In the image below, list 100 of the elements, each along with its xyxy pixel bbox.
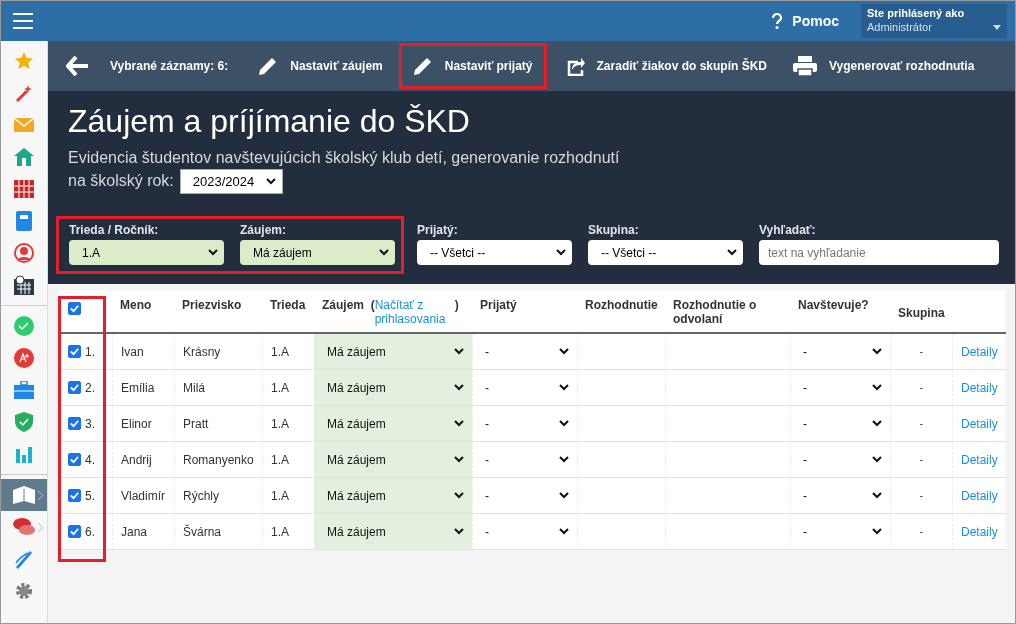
chevron-down-icon [454,528,464,535]
filter-label: Prijatý: [417,223,459,237]
page-subtitle: Evidencia študentov navštevujúcich školský klub detí, generovanie rozhodnutí [68,149,621,167]
table-cell: 1.A [271,524,289,539]
table-cell: Jana [121,524,148,539]
table-cell: - [919,490,924,501]
table-cell: Milá [183,380,205,395]
chevron-down-icon [559,348,569,355]
user-label: Ste prihlásený ako [867,7,966,19]
calendar-grid-icon [14,180,34,198]
chevron-down-icon [872,456,882,463]
envelope-icon [14,118,34,132]
user-dropdown[interactable]: Ste prihlásený ako Administrátor [861,4,1007,38]
filter-label: Trieda / Ročník: [69,223,160,237]
filter-select[interactable]: -- Všetci -- [588,240,743,265]
attends-select[interactable]: - [799,452,882,467]
search-field[interactable]: text na vyhľadanie [759,240,999,265]
toolbar-button[interactable]: Vygenerovať rozhodnutia [783,43,985,89]
column-header: Trieda [270,298,306,312]
accepted-select[interactable]: - [481,344,569,359]
page-title: Záujem a príjímanie do ŠKD [68,102,471,141]
toolbar-button[interactable]: Nastaviť záujem [248,43,393,89]
row-number: 5. [85,488,95,503]
table-cell: - [919,418,924,429]
table-cell: Romanyenko [183,452,254,467]
filter-select[interactable]: 1.A [69,240,224,265]
row-number: 2. [85,380,95,395]
accepted-select[interactable]: - [481,524,569,539]
chat-bubbles-icon [13,517,35,537]
accepted-select[interactable]: - [481,488,569,503]
table-cell: - [919,526,924,537]
detail-link[interactable]: Detaily [961,452,998,467]
accepted-select[interactable]: - [481,416,569,431]
question-mark-icon [772,13,783,29]
detail-link[interactable]: Detaily [961,380,998,395]
table-cell: 1.A [271,344,289,359]
chevron-right-icon [38,522,43,532]
accepted-select[interactable]: - [481,380,569,395]
toolbar-button[interactable]: Zaradiť žiakov do skupín ŠKD [552,43,777,89]
checkbox[interactable] [68,417,81,430]
checkbox[interactable] [68,489,81,502]
chevron-down-icon [454,456,464,463]
grade-circle-icon [14,348,34,368]
table-cell: 1.A [271,452,289,467]
year-select[interactable]: 2023/2024 [179,169,284,194]
table-cell: Ivan [121,344,144,359]
menu-icon[interactable] [13,13,33,29]
toolbar-button[interactable]: Nastaviť prijatý [398,43,547,89]
detail-link[interactable]: Detaily [961,524,998,539]
table-cell: 1.A [271,416,289,431]
filter-select[interactable]: -- Všetci -- [417,240,572,265]
chevron-down-icon [559,456,569,463]
bar-chart-icon [15,445,33,463]
attends-select[interactable]: - [799,524,882,539]
magic-wand-icon [14,83,34,103]
chevron-down-icon [208,249,218,256]
load-link[interactable]: Načítať z prihlasovania [374,298,455,326]
table-cell: - [919,346,924,357]
back-arrow-icon[interactable] [66,56,88,76]
attends-select[interactable]: - [799,344,882,359]
user-role: Administrátor [867,21,933,33]
settings-icon [14,581,34,601]
table-cell: 1.A [271,380,289,395]
accepted-select[interactable]: - [481,452,569,467]
checkbox[interactable] [68,302,81,315]
checkbox[interactable] [68,525,81,538]
row-number: 6. [85,524,95,539]
chevron-down-icon [556,249,566,256]
pencil-icon [258,56,279,76]
year-label: na školský rok: [68,171,174,190]
checkbox[interactable] [68,453,81,466]
table-cell: Elinor [121,416,152,431]
column-header: Priezvisko [182,298,242,312]
row-number: 1. [85,344,95,359]
chevron-down-icon [559,384,569,391]
checkbox[interactable] [68,381,81,394]
help-button[interactable]: Pomoc [772,13,839,29]
chevron-down-icon [872,420,882,427]
attends-select[interactable]: - [799,488,882,503]
filter-select[interactable]: Má záujem [240,240,395,265]
checkbox[interactable] [68,345,81,358]
star-icon [14,51,34,71]
row-number: 3. [85,416,95,431]
chevron-down-icon [559,528,569,535]
detail-link[interactable]: Detaily [961,344,998,359]
shield-check-icon [15,412,33,432]
chevron-down-icon [559,420,569,427]
row-number: 4. [85,452,95,467]
caret-icon [993,25,1001,30]
column-header: Rozhodnutie o odvolaní [673,298,757,326]
column-header: Skupina [898,306,944,320]
attends-select[interactable]: - [799,380,882,395]
column-header: Navštevuje? [798,298,869,312]
table-cell: Švárna [183,524,222,539]
notebook-icon [16,211,32,231]
printer-icon [793,56,817,76]
chevron-down-icon [379,249,389,256]
attends-select[interactable]: - [799,416,882,431]
detail-link[interactable]: Detaily [961,416,998,431]
detail-link[interactable]: Detaily [961,488,998,503]
